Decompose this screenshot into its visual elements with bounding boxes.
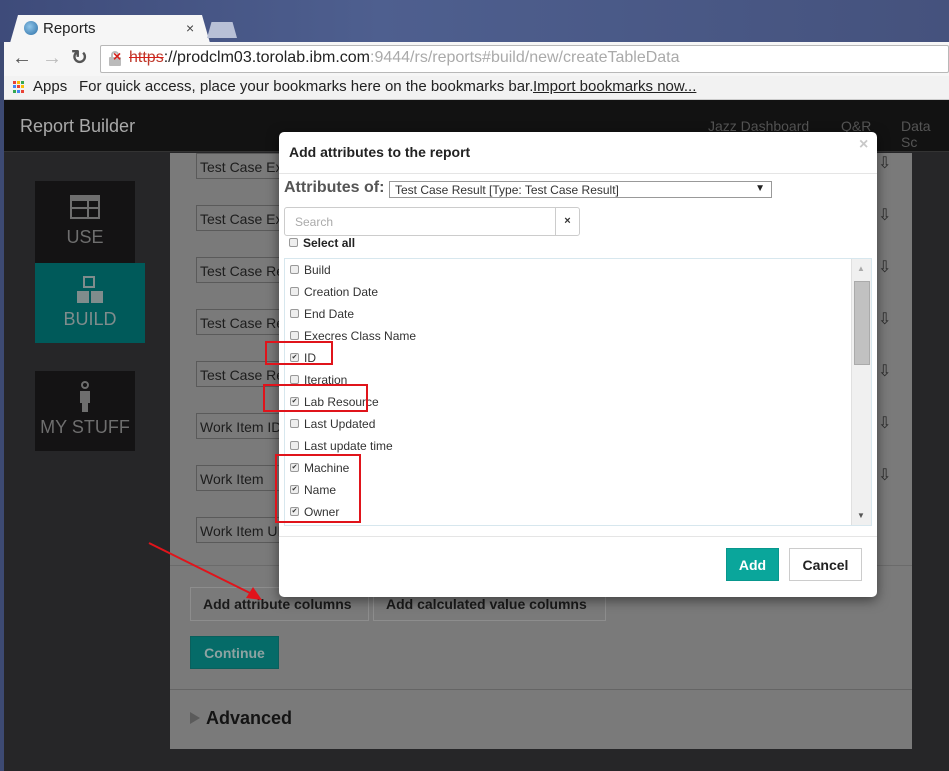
nav-my-stuff[interactable]: MY STUFF: [35, 371, 135, 451]
move-down-icon[interactable]: ⇩: [878, 413, 891, 433]
attribute-label: Build: [304, 263, 331, 277]
add-attributes-dialog: Add attributes to the report × Attribute…: [279, 132, 877, 597]
reload-icon[interactable]: ↻: [71, 47, 88, 69]
attribute-label: End Date: [304, 307, 355, 321]
nav-build-label: BUILD: [63, 309, 117, 329]
browser-tab[interactable]: Reports ×: [10, 15, 210, 43]
nav-use-label: USE: [66, 227, 104, 247]
dropdown-caret-icon: ▼: [755, 183, 765, 194]
dialog-title: Add attributes to the report: [289, 144, 471, 160]
scroll-down-icon[interactable]: ▼: [857, 511, 865, 520]
attribute-option[interactable]: End Date: [290, 307, 354, 321]
divider: [279, 536, 877, 537]
highlight-box: [263, 384, 368, 412]
forward-icon[interactable]: →: [42, 47, 62, 69]
apps-grid-icon[interactable]: [13, 81, 25, 93]
url-text: https://prodclm03.torolab.ibm.com:9444/r…: [129, 49, 680, 66]
favicon-icon: [24, 21, 38, 35]
bookmarks-message: For quick access, place your bookmarks h…: [79, 78, 534, 95]
ssl-error-icon: ×: [113, 48, 122, 64]
tab-close-icon[interactable]: ×: [186, 20, 194, 36]
attribute-label: Last update time: [304, 439, 393, 453]
divider: [170, 689, 912, 690]
browser-titlebar: Reports ×: [0, 0, 949, 43]
attribute-option[interactable]: Last update time: [290, 439, 393, 453]
checkbox[interactable]: [290, 331, 299, 341]
expand-caret-icon[interactable]: [190, 712, 200, 724]
checkbox[interactable]: [290, 287, 299, 297]
blocks-icon: [77, 276, 103, 303]
move-down-icon[interactable]: ⇩: [878, 465, 891, 485]
checkbox[interactable]: [290, 265, 299, 275]
cancel-button[interactable]: Cancel: [789, 548, 862, 581]
list-scrollbar[interactable]: ▲ ▼: [851, 259, 871, 525]
clear-search-button[interactable]: ×: [555, 207, 580, 236]
move-down-icon[interactable]: ⇩: [878, 153, 891, 173]
data-sources-link[interactable]: Data Sc: [901, 118, 949, 150]
select-all-label: Select all: [303, 236, 356, 250]
app-title: Report Builder: [20, 116, 136, 136]
nav-use[interactable]: USE: [35, 181, 135, 263]
back-icon[interactable]: ←: [12, 47, 32, 69]
nav-build[interactable]: BUILD: [35, 263, 145, 343]
bookmarks-bar: Apps For quick access, place your bookma…: [4, 76, 949, 100]
attribute-label: Creation Date: [304, 285, 379, 299]
browser-toolbar: ← → ↻ × https://prodclm03.torolab.ibm.co…: [4, 42, 949, 76]
continue-button[interactable]: Continue: [190, 636, 279, 669]
attributes-of-value: Test Case Result [Type: Test Case Result…: [395, 183, 619, 197]
highlight-box: [265, 341, 333, 365]
select-all-checkbox[interactable]: Select all: [289, 236, 355, 250]
checkbox[interactable]: [290, 375, 299, 385]
scroll-thumb[interactable]: [854, 281, 870, 365]
move-down-icon[interactable]: ⇩: [878, 205, 891, 225]
apps-link[interactable]: Apps: [33, 78, 67, 95]
checkbox[interactable]: [290, 441, 299, 451]
move-down-icon[interactable]: ⇩: [878, 257, 891, 277]
right-gutter: [912, 153, 949, 749]
checkbox[interactable]: [290, 419, 299, 429]
attributes-of-select[interactable]: Test Case Result [Type: Test Case Result…: [389, 181, 772, 198]
screen: Reports × ← → ↻ × https://prodclm03.toro…: [0, 0, 949, 771]
attribute-option[interactable]: Build: [290, 263, 331, 277]
highlight-box: [275, 454, 361, 523]
table-icon: [70, 195, 100, 219]
move-down-icon[interactable]: ⇩: [878, 309, 891, 329]
new-tab-button[interactable]: [207, 22, 237, 38]
divider: [279, 173, 877, 174]
advanced-section-toggle[interactable]: Advanced: [206, 708, 292, 729]
move-down-icon[interactable]: ⇩: [878, 361, 891, 381]
import-bookmarks-link[interactable]: Import bookmarks now...: [533, 78, 696, 95]
nav-my-stuff-label: MY STUFF: [40, 417, 130, 437]
attributes-list: ▲ ▼ Build Creation Date End Date Execres Cl…: [284, 258, 872, 526]
checkbox[interactable]: [290, 309, 299, 319]
person-icon: [80, 381, 90, 412]
scroll-up-icon[interactable]: ▲: [857, 264, 865, 273]
attribute-option[interactable]: Creation Date: [290, 285, 378, 299]
attribute-option[interactable]: Last Updated: [290, 417, 375, 431]
add-button[interactable]: Add: [726, 548, 779, 581]
address-bar[interactable]: × https://prodclm03.torolab.ibm.com:9444…: [100, 45, 949, 73]
attribute-label: Last Updated: [304, 417, 376, 431]
close-icon[interactable]: ×: [859, 136, 868, 154]
search-input[interactable]: [284, 207, 556, 236]
attributes-of-label: Attributes of:: [284, 179, 385, 196]
tab-title: Reports: [43, 20, 96, 37]
checkbox[interactable]: [289, 238, 298, 248]
